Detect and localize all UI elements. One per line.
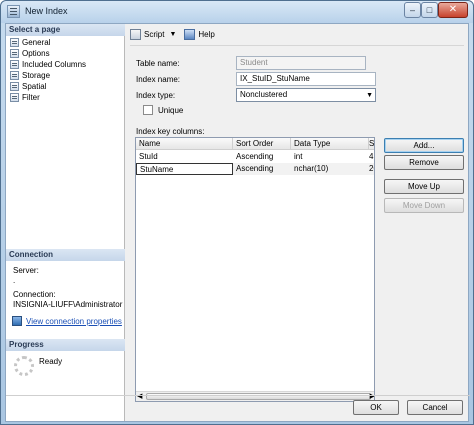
server-label: Server: xyxy=(13,266,39,275)
unique-checkbox[interactable]: Unique xyxy=(143,105,183,115)
table-name-field: Student xyxy=(236,56,366,70)
script-button[interactable]: Script xyxy=(144,30,164,39)
table-row[interactable]: StuName Ascending nchar(10) 20 xyxy=(136,163,374,175)
ok-button[interactable]: OK xyxy=(353,400,399,415)
page-icon xyxy=(10,93,19,102)
cell-sort-order[interactable]: Ascending xyxy=(233,163,291,175)
index-type-select[interactable]: Nonclustered ▼ xyxy=(236,88,376,102)
page-item-general[interactable]: General xyxy=(10,37,51,48)
maximize-icon: □ xyxy=(426,4,433,15)
page-item-label: Included Columns xyxy=(22,60,87,69)
cell-name[interactable]: StuId xyxy=(136,151,233,163)
title-bar[interactable]: New Index – □ ✕ xyxy=(1,1,473,23)
toolbar-divider xyxy=(130,45,464,46)
close-button[interactable]: ✕ xyxy=(438,2,468,18)
server-value: . xyxy=(13,276,16,285)
cell-name[interactable]: StuName xyxy=(136,163,233,175)
page-icon xyxy=(10,38,19,47)
properties-icon xyxy=(12,316,22,326)
page-item-label: General xyxy=(22,38,51,47)
maximize-button[interactable]: □ xyxy=(421,2,438,18)
help-icon xyxy=(184,28,196,40)
page-icon xyxy=(10,49,19,58)
column-header-size[interactable]: Si xyxy=(369,138,374,150)
minimize-button[interactable]: – xyxy=(404,2,421,18)
page-icon xyxy=(10,71,19,80)
index-type-label: Index type: xyxy=(136,91,176,100)
move-up-button[interactable]: Move Up xyxy=(384,179,464,194)
page-item-filter[interactable]: Filter xyxy=(10,92,40,103)
minimize-icon: – xyxy=(409,4,415,15)
table-name-label: Table name: xyxy=(136,59,180,68)
left-panel: Select a page General Options Included C… xyxy=(6,24,125,421)
window-frame: New Index – □ ✕ Select a page General Op… xyxy=(0,0,474,425)
right-panel: Script ▼ Help Table name: Student Index … xyxy=(126,24,470,421)
progress-header: Progress xyxy=(6,339,125,351)
table-row[interactable]: StuId Ascending int 4 xyxy=(136,151,374,163)
connection-header: Connection xyxy=(6,249,125,261)
column-header-data-type[interactable]: Data Type xyxy=(291,138,369,150)
help-button[interactable]: Help xyxy=(198,30,214,39)
view-connection-properties-link[interactable]: View connection properties xyxy=(12,316,122,326)
index-key-columns-label: Index key columns: xyxy=(136,127,205,136)
page-item-label: Spatial xyxy=(22,82,47,91)
dialog-client: Select a page General Options Included C… xyxy=(5,23,470,422)
chevron-down-icon[interactable]: ▼ xyxy=(169,31,176,38)
index-name-label: Index name: xyxy=(136,75,181,84)
cancel-button[interactable]: Cancel xyxy=(407,400,463,415)
scroll-right-icon[interactable]: ▶ xyxy=(370,392,374,400)
page-item-options[interactable]: Options xyxy=(10,48,50,59)
toolbar: Script ▼ Help xyxy=(130,26,215,42)
index-name-field[interactable]: IX_StuID_StuName xyxy=(236,72,376,86)
page-item-label: Options xyxy=(22,49,50,58)
script-icon xyxy=(130,28,141,40)
column-header-name[interactable]: Name xyxy=(136,138,233,150)
chevron-down-icon: ▼ xyxy=(366,92,373,99)
page-item-label: Filter xyxy=(22,93,40,102)
progress-spinner-icon xyxy=(14,356,34,376)
select-page-header: Select a page xyxy=(6,24,125,36)
unique-label: Unique xyxy=(158,105,184,115)
page-item-storage[interactable]: Storage xyxy=(10,70,50,81)
scroll-left-icon[interactable]: ◀ xyxy=(137,392,142,400)
cell-data-type: nchar(10) xyxy=(291,163,369,175)
cell-sort-order[interactable]: Ascending xyxy=(233,151,291,163)
page-item-spatial[interactable]: Spatial xyxy=(10,81,46,92)
view-connection-properties-label: View connection properties xyxy=(26,316,122,326)
connection-value: INSIGNIA-LIUFF\Administrator xyxy=(13,300,123,309)
index-window-icon xyxy=(7,5,20,18)
close-icon: ✕ xyxy=(448,4,458,15)
window-title: New Index xyxy=(25,6,68,16)
horizontal-scrollbar[interactable]: ◀ ▶ xyxy=(136,391,374,401)
page-icon xyxy=(10,82,19,91)
connection-label: Connection: xyxy=(13,290,56,299)
move-down-button[interactable]: Move Down xyxy=(384,198,464,213)
checkbox-box[interactable] xyxy=(143,105,153,115)
cell-size: 20 xyxy=(369,163,374,175)
add-button[interactable]: Add... xyxy=(384,138,464,153)
footer-divider xyxy=(6,395,470,396)
index-key-columns-grid[interactable]: Name Sort Order Data Type Si StuId Ascen… xyxy=(135,137,375,402)
cell-data-type: int xyxy=(294,152,303,161)
page-item-included-columns[interactable]: Included Columns xyxy=(10,59,86,70)
column-header-sort-order[interactable]: Sort Order xyxy=(233,138,291,150)
page-icon xyxy=(10,60,19,69)
index-type-value: Nonclustered xyxy=(240,90,288,99)
page-item-label: Storage xyxy=(22,71,51,80)
progress-status: Ready xyxy=(39,357,63,366)
remove-button[interactable]: Remove xyxy=(384,155,464,170)
cell-size: 4 xyxy=(369,152,374,161)
